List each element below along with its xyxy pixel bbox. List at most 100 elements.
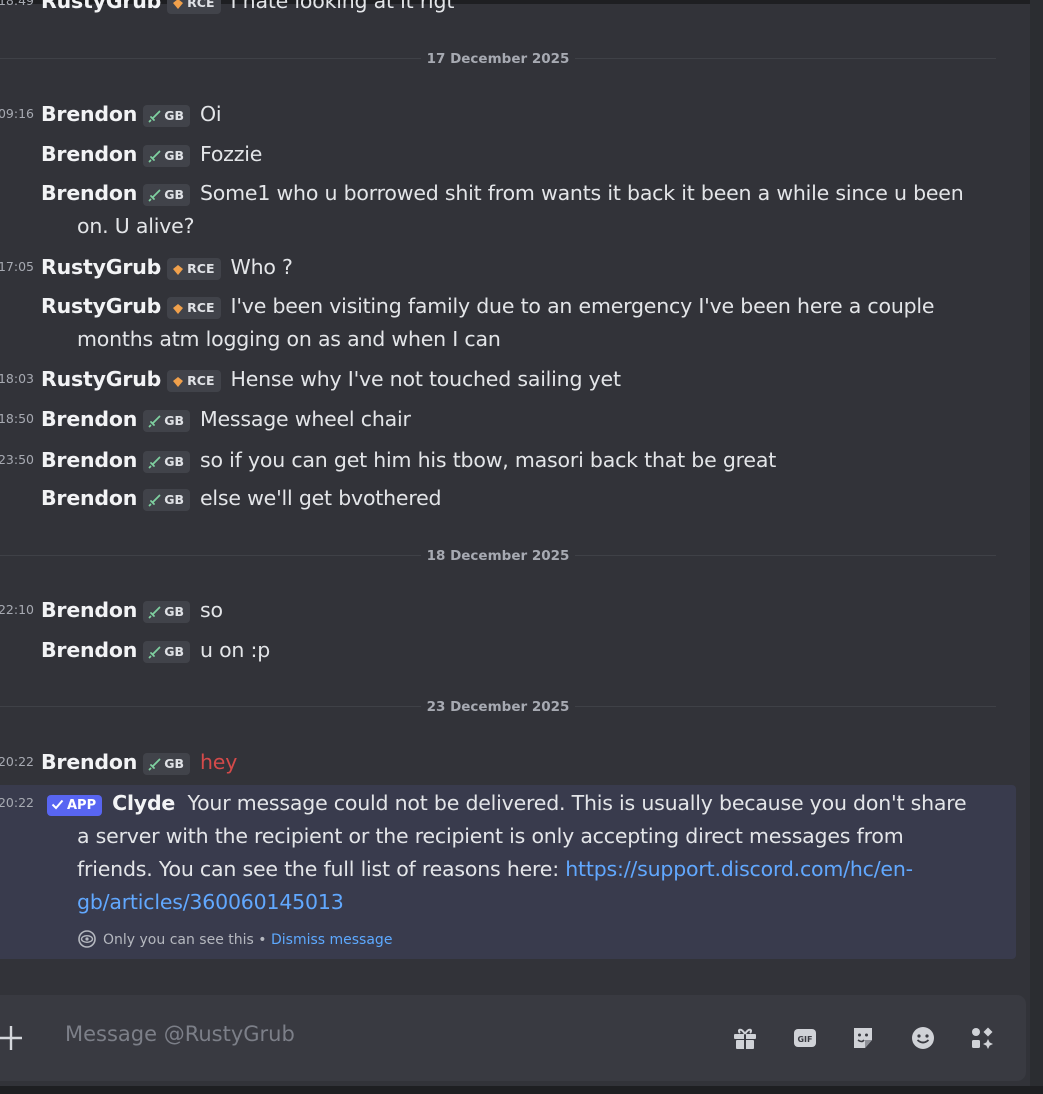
author-name[interactable]: Brendon bbox=[41, 407, 137, 431]
bottom-bar bbox=[0, 1086, 1043, 1094]
author-name[interactable]: RustyGrub bbox=[41, 294, 161, 318]
message-list[interactable]: 18:49 RustyGrub RCE I hate looking at it r… bbox=[0, 0, 1016, 990]
author-name[interactable]: Brendon bbox=[41, 142, 137, 166]
sword-icon bbox=[148, 150, 161, 163]
sword-icon bbox=[148, 189, 161, 202]
message-timestamp: 20:22 bbox=[0, 754, 34, 769]
message-timestamp: 17:05 bbox=[0, 259, 34, 274]
gift-button[interactable] bbox=[730, 1023, 760, 1053]
message-content: Message wheel chair bbox=[199, 407, 411, 431]
support-link[interactable]: https://support.discord.com/hc/en- bbox=[565, 857, 913, 881]
sticker-icon bbox=[854, 1028, 872, 1048]
gift-icon bbox=[734, 1028, 756, 1049]
check-icon bbox=[51, 799, 64, 810]
gem-icon bbox=[173, 377, 184, 387]
message-content: so bbox=[199, 598, 223, 622]
message-content: Fozzie bbox=[199, 142, 263, 166]
ephemeral-note-text: Only you can see this bbox=[103, 932, 254, 948]
message-content-continued: friends. You can see the full list of re… bbox=[77, 857, 566, 881]
message-content: Who ? bbox=[230, 255, 293, 279]
author-name[interactable]: Brendon bbox=[41, 598, 137, 622]
sword-icon bbox=[148, 606, 161, 619]
ephemeral-note: Only you can see this • Dismiss message bbox=[77, 928, 392, 952]
guild-tag[interactable]: GB bbox=[143, 145, 190, 167]
author-name[interactable]: RustyGrub bbox=[41, 367, 161, 391]
message-content: Hense why I've not touched sailing yet bbox=[230, 367, 621, 391]
author-name[interactable]: Brendon bbox=[41, 486, 137, 510]
author-name[interactable]: Brendon bbox=[41, 448, 137, 472]
message-content: Oi bbox=[199, 102, 222, 126]
add-attachment-button[interactable] bbox=[0, 1020, 23, 1052]
sword-icon bbox=[148, 758, 161, 771]
gem-icon bbox=[173, 304, 184, 314]
date-divider-label: 18 December 2025 bbox=[420, 548, 576, 564]
failed-message-content: hey bbox=[199, 750, 238, 774]
guild-tag[interactable]: GB bbox=[143, 489, 190, 511]
author-name[interactable]: RustyGrub bbox=[41, 0, 161, 13]
message-content: u on :p bbox=[199, 638, 271, 662]
apps-icon bbox=[972, 1027, 993, 1049]
message-content: so if you can get him his tbow, masori b… bbox=[199, 448, 777, 472]
message-content: I hate looking at it rlgt bbox=[230, 0, 455, 13]
message-timestamp: 22:10 bbox=[0, 602, 34, 617]
gif-icon: GIF bbox=[794, 1029, 816, 1047]
author-name[interactable]: Clyde bbox=[112, 791, 175, 815]
message-content: Your message could not be delivered. Thi… bbox=[187, 791, 967, 815]
author-name[interactable]: Brendon bbox=[41, 638, 137, 662]
sword-icon bbox=[148, 646, 161, 659]
guild-tag[interactable]: RCE bbox=[167, 297, 221, 319]
message-content-continued: a server with the recipient or the recip… bbox=[77, 824, 904, 848]
guild-tag[interactable]: RCE bbox=[167, 370, 221, 392]
message-content-continued: months atm logging on as and when I can bbox=[77, 327, 501, 351]
emoji-button[interactable] bbox=[908, 1023, 938, 1053]
message-row: RustyGrub RCE I've been visiting family du… bbox=[0, 290, 1016, 354]
plus-icon bbox=[0, 1026, 23, 1050]
date-divider: 18 December 2025 bbox=[0, 545, 996, 565]
sword-icon bbox=[148, 456, 161, 469]
message-row: Brendon GB Some1 who u borrowed shit from … bbox=[0, 177, 1016, 241]
app-badge: APP bbox=[47, 795, 103, 816]
sticker-button[interactable] bbox=[848, 1023, 878, 1053]
date-divider: 17 December 2025 bbox=[0, 48, 996, 68]
guild-tag[interactable]: GB bbox=[143, 410, 190, 432]
message-content: I've been visiting family due to an emer… bbox=[230, 294, 935, 318]
gem-icon bbox=[173, 265, 184, 275]
date-divider: 23 December 2025 bbox=[0, 696, 996, 716]
guild-tag[interactable]: GB bbox=[143, 753, 190, 775]
sword-icon bbox=[148, 415, 161, 428]
author-name[interactable]: Brendon bbox=[41, 750, 137, 774]
gem-icon bbox=[173, 0, 184, 9]
date-divider-label: 23 December 2025 bbox=[420, 699, 576, 715]
author-name[interactable]: Brendon bbox=[41, 181, 137, 205]
guild-tag[interactable]: GB bbox=[143, 105, 190, 127]
message-input[interactable] bbox=[65, 1022, 665, 1046]
emoji-icon bbox=[912, 1027, 934, 1049]
guild-tag[interactable]: GB bbox=[143, 601, 190, 623]
message-timestamp: 23:50 bbox=[0, 452, 34, 467]
gif-button[interactable]: GIF bbox=[790, 1023, 820, 1053]
message-row: 20:22 APP Clyde Your message could not be… bbox=[0, 787, 1016, 927]
svg-text:GIF: GIF bbox=[797, 1035, 812, 1044]
guild-tag[interactable]: RCE bbox=[167, 0, 221, 14]
message-timestamp: 18:49 bbox=[0, 0, 34, 8]
note-separator: • bbox=[253, 932, 271, 948]
dismiss-message-link[interactable]: Dismiss message bbox=[271, 932, 392, 948]
message-timestamp: 09:16 bbox=[0, 106, 34, 121]
message-content: Some1 who u borrowed shit from wants it … bbox=[199, 181, 964, 205]
guild-tag[interactable]: RCE bbox=[167, 258, 221, 280]
guild-tag[interactable]: GB bbox=[143, 451, 190, 473]
apps-button[interactable] bbox=[967, 1023, 997, 1053]
sword-icon bbox=[148, 494, 161, 507]
guild-tag[interactable]: GB bbox=[143, 184, 190, 206]
author-name[interactable]: RustyGrub bbox=[41, 255, 161, 279]
message-composer: GIF bbox=[0, 995, 1026, 1081]
message-content: else we'll get bvothered bbox=[199, 486, 442, 510]
scrollbar-track[interactable] bbox=[1030, 0, 1043, 1094]
support-link-continued[interactable]: gb/articles/360060145013 bbox=[77, 886, 344, 918]
sword-icon bbox=[148, 110, 161, 123]
message-timestamp: 20:22 bbox=[0, 795, 34, 810]
eye-icon bbox=[78, 930, 96, 948]
message-content-continued: on. U alive? bbox=[77, 214, 195, 238]
guild-tag[interactable]: GB bbox=[143, 641, 190, 663]
author-name[interactable]: Brendon bbox=[41, 102, 137, 126]
